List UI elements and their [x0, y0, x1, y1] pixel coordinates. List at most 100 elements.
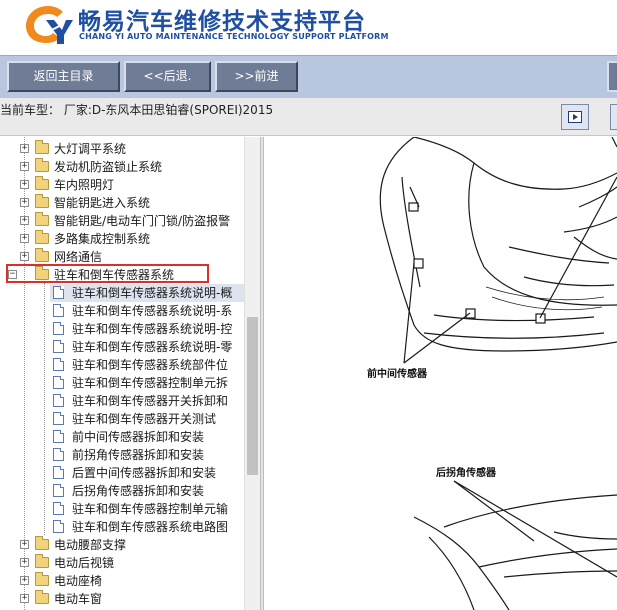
- tree-item-doc[interactable]: 驻车和倒车传感器开关测试: [50, 410, 244, 428]
- tree-item-label: 智能钥匙/电动车门门锁/防盗报警: [54, 214, 231, 228]
- app-header: 畅易汽车维修技术支持平台 CHANG YI AUTO MAINTENANCE T…: [0, 0, 617, 55]
- document-icon: [53, 322, 64, 335]
- rear-sensor-callout: 后拐角传感器: [436, 468, 496, 479]
- tree-item-folder[interactable]: + 电动车窗: [0, 590, 244, 608]
- folder-icon: [35, 248, 49, 262]
- tree-item-label: 驻车和倒车传感器控制单元输: [72, 502, 229, 516]
- tree-item-doc[interactable]: 驻车和倒车传感器系统说明-系: [50, 302, 244, 320]
- tree-item-doc[interactable]: 驻车和倒车传感器控制单元输: [50, 500, 244, 518]
- tree-item-doc[interactable]: 驻车和倒车传感器系统部件位: [50, 356, 244, 374]
- tree-item-label: 驻车和倒车传感器开关拆卸和: [72, 394, 229, 408]
- toolbar-overflow-button[interactable]: [607, 61, 617, 92]
- tree-item-label: 车内照明灯: [54, 178, 115, 192]
- tree-item-doc[interactable]: 后拐角传感器拆卸和安装: [50, 482, 244, 500]
- diagram-panel: 前中间传感器 后拐角传感器: [264, 137, 617, 610]
- arrow-right-icon: [573, 114, 578, 120]
- tree-item-folder[interactable]: + 电动后视镜: [0, 554, 244, 572]
- document-icon: [53, 340, 64, 353]
- folder-icon: [35, 554, 49, 568]
- tree-item-label: 前中间传感器拆卸和安装: [72, 430, 205, 444]
- app-title: 畅易汽车维修技术支持平台: [78, 9, 366, 35]
- tree-item-doc[interactable]: 驻车和倒车传感器系统说明-零: [50, 338, 244, 356]
- front-sensor-callout: 前中间传感器: [367, 369, 427, 380]
- selection-highlight-box: [6, 264, 209, 283]
- document-icon: [53, 394, 64, 407]
- expand-plus-icon[interactable]: +: [20, 540, 29, 549]
- expand-plus-icon[interactable]: +: [20, 198, 29, 207]
- expand-plus-icon[interactable]: +: [20, 180, 29, 189]
- folder-icon: [35, 194, 49, 208]
- panel-toggle-icon: [568, 111, 582, 123]
- tree-item-folder[interactable]: + 大灯调平系统: [0, 140, 244, 158]
- tree-item-folder[interactable]: + 发动机防盗锁止系统: [0, 158, 244, 176]
- document-icon: [53, 376, 64, 389]
- tree-item-label: 驻车和倒车传感器系统电路图: [72, 520, 229, 534]
- expand-plus-icon[interactable]: +: [20, 162, 29, 171]
- document-icon: [53, 286, 64, 299]
- tree-item-doc[interactable]: 驻车和倒车传感器控制单元拆: [50, 374, 244, 392]
- tree-item-doc-selected[interactable]: 驻车和倒车传感器系统说明-概: [50, 284, 244, 302]
- tree-item-doc[interactable]: 后置中间传感器拆卸和安装: [50, 464, 244, 482]
- document-icon: [53, 448, 64, 461]
- cy-logo-icon: [26, 6, 73, 44]
- tree-item-label: 电动车窗: [54, 592, 103, 606]
- tree-item-folder[interactable]: + 智能钥匙进入系统: [0, 194, 244, 212]
- expand-plus-icon[interactable]: +: [20, 558, 29, 567]
- tree-item-label: 电动座椅: [54, 574, 103, 588]
- folder-icon: [35, 140, 49, 154]
- expand-plus-icon[interactable]: +: [20, 234, 29, 243]
- scrollbar-thumb[interactable]: [247, 317, 258, 475]
- document-icon: [53, 358, 64, 371]
- tree-item-doc[interactable]: 驻车和倒车传感器开关拆卸和: [50, 392, 244, 410]
- tree-item-label: 驻车和倒车传感器系统说明-控: [72, 322, 233, 336]
- forward-button[interactable]: >>前进: [215, 61, 298, 92]
- toggle-panel-button[interactable]: [561, 104, 589, 130]
- tree-item-doc[interactable]: 前拐角传感器拆卸和安装: [50, 446, 244, 464]
- tree-item-folder[interactable]: + 电动腰部支撑: [0, 536, 244, 554]
- app-subtitle: CHANG YI AUTO MAINTENANCE TECHNOLOGY SUP…: [79, 32, 389, 41]
- tree-item-folder[interactable]: + 智能钥匙/电动车门门锁/防盗报警: [0, 212, 244, 230]
- tree-item-label: 多路集成控制系统: [54, 232, 151, 246]
- tree-item-label: 后拐角传感器拆卸和安装: [72, 484, 205, 498]
- folder-icon: [35, 158, 49, 172]
- document-icon: [53, 520, 64, 533]
- tree-item-doc[interactable]: 驻车和倒车传感器系统电路图: [50, 518, 244, 536]
- tree-item-folder[interactable]: + 多路集成控制系统: [0, 230, 244, 248]
- tree-item-label: 电动后视镜: [54, 556, 115, 570]
- vehicle-bar-overflow-button[interactable]: [610, 104, 617, 130]
- expand-plus-icon[interactable]: +: [20, 252, 29, 261]
- tree-item-folder[interactable]: + 电动座椅: [0, 572, 244, 590]
- folder-icon: [35, 590, 49, 604]
- tree-item-label: 驻车和倒车传感器系统部件位: [72, 358, 229, 372]
- expand-plus-icon[interactable]: +: [20, 216, 29, 225]
- navigation-tree: + 大灯调平系统 + 发动机防盗锁止系统 + 车内照明灯 + 智能钥匙进入系统 …: [0, 137, 260, 610]
- document-icon: [53, 430, 64, 443]
- vehicle-info-bar: 当前车型： 厂家:D-东风本田思铂睿(SPOREI)2015: [0, 98, 617, 136]
- folder-icon: [35, 536, 49, 550]
- back-button[interactable]: <<后退.: [124, 61, 211, 92]
- back-to-main-button[interactable]: 返回主目录: [7, 61, 120, 92]
- tree-item-label: 电动腰部支撑: [54, 538, 127, 552]
- current-vehicle-text: 当前车型： 厂家:D-东风本田思铂睿(SPOREI)2015: [0, 103, 274, 117]
- toolbar: 返回主目录 <<后退. >>前进: [0, 55, 617, 98]
- expand-plus-icon[interactable]: +: [20, 144, 29, 153]
- document-icon: [53, 466, 64, 479]
- folder-icon: [35, 230, 49, 244]
- tree-item-label: 驻车和倒车传感器系统说明-概: [72, 286, 233, 300]
- folder-icon: [35, 212, 49, 226]
- sensor-location-diagram: [379, 137, 617, 610]
- tree-item-folder[interactable]: + 车内照明灯: [0, 176, 244, 194]
- tree-item-doc[interactable]: 前中间传感器拆卸和安装: [50, 428, 244, 446]
- folder-icon: [35, 572, 49, 586]
- tree-item-label: 驻车和倒车传感器控制单元拆: [72, 376, 229, 390]
- tree-item-doc[interactable]: 驻车和倒车传感器系统说明-控: [50, 320, 244, 338]
- tree-item-label: 驻车和倒车传感器系统说明-零: [72, 340, 233, 354]
- tree-item-label: 智能钥匙进入系统: [54, 196, 151, 210]
- tree-item-label: 后置中间传感器拆卸和安装: [72, 466, 217, 480]
- tree-scrollbar[interactable]: [244, 137, 260, 610]
- expand-plus-icon[interactable]: +: [20, 576, 29, 585]
- expand-plus-icon[interactable]: +: [20, 594, 29, 603]
- tree-item-label: 驻车和倒车传感器系统说明-系: [72, 304, 233, 318]
- tree-item-label: 大灯调平系统: [54, 142, 127, 156]
- folder-icon: [35, 176, 49, 190]
